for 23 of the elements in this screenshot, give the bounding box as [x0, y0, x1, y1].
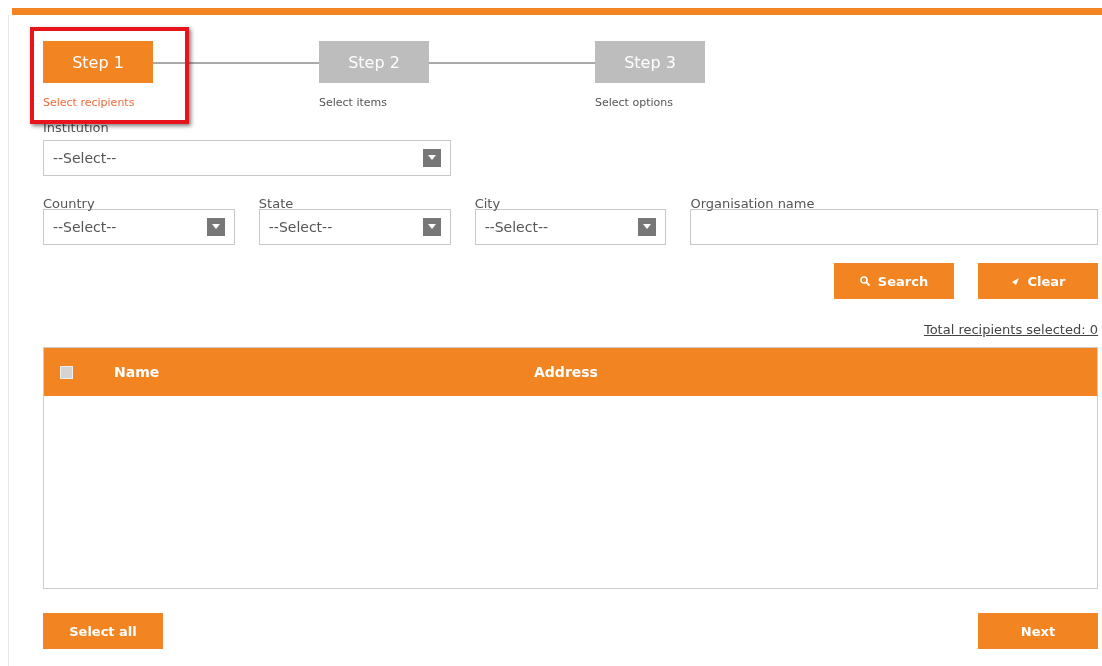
- footer-button[interactable]: Select all: [43, 613, 163, 649]
- step-caption: Select items: [319, 96, 387, 109]
- search-button[interactable]: Search: [834, 263, 954, 299]
- search-icon: [859, 276, 870, 286]
- step-caption: Select recipients: [43, 96, 135, 109]
- field-label: Institution: [43, 120, 109, 135]
- dropdown-field[interactable]: --Select--: [258, 209, 451, 245]
- field-label: Country: [43, 196, 95, 211]
- footer-button[interactable]: Next: [978, 613, 1098, 649]
- input-field[interactable]: [690, 209, 1098, 245]
- field-label: City: [474, 196, 501, 211]
- step-tab[interactable]: Step 3: [595, 41, 705, 83]
- step-tab[interactable]: Step 2: [319, 41, 429, 83]
- column-header: Address: [534, 364, 598, 380]
- total-recipients-link[interactable]: Total recipients selected: 0: [923, 322, 1098, 337]
- field-label: Organisation name: [690, 196, 815, 211]
- select-all-checkbox[interactable]: [60, 365, 73, 379]
- field-label: State: [258, 196, 294, 211]
- clear-button[interactable]: Clear: [978, 263, 1098, 299]
- column-header: Name: [114, 364, 161, 380]
- step-caption: Select options: [595, 96, 673, 109]
- institution-select[interactable]: --Select--: [43, 140, 451, 176]
- step-tab[interactable]: Step 1: [43, 41, 153, 83]
